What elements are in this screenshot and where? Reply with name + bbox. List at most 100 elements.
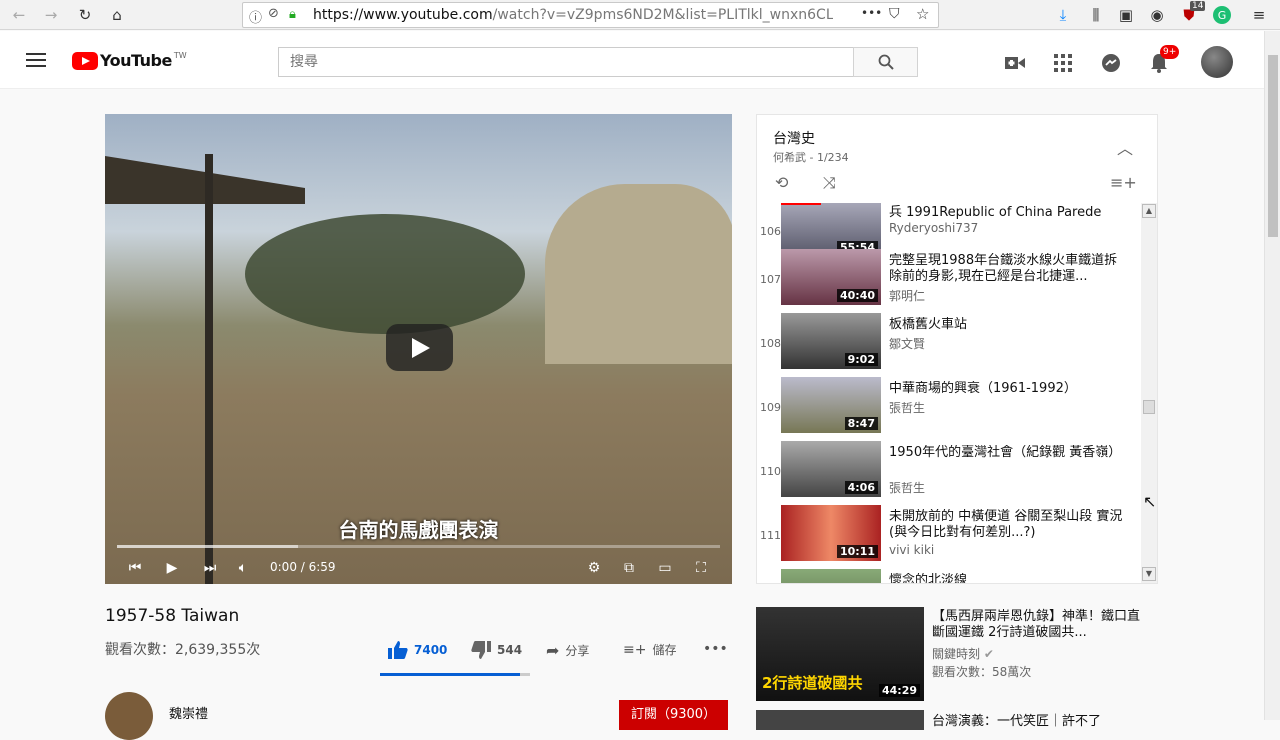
dislike-button[interactable]: 544 [471, 641, 522, 659]
settings-gear-icon[interactable]: ⚙ [584, 558, 604, 578]
download-icon[interactable]: ⤓ [1052, 4, 1074, 26]
collapse-chevron-icon[interactable]: ︿ [1117, 135, 1133, 159]
page-scrollbar[interactable] [1264, 31, 1280, 720]
addon-badge: 14 [1190, 1, 1206, 11]
back-icon[interactable]: ← [8, 4, 30, 26]
url-text[interactable]: https://www.youtube.com/watch?v=vZ9pms6N… [313, 7, 833, 23]
page-actions-icon[interactable]: ••• [861, 6, 882, 20]
item-index: 110 [760, 465, 781, 478]
sentiment-bar-fill [380, 673, 520, 676]
scroll-up-arrow-icon[interactable]: ▲ [1142, 204, 1156, 218]
logo-region: TW [173, 51, 187, 60]
reload-icon[interactable]: ↻ [74, 4, 96, 26]
subscribe-button[interactable]: 訂閱（9300） [619, 700, 728, 730]
recommended-video[interactable]: 2行詩道破國共 44:29 【馬西屏兩岸恩仇錄】神準！鐵口直斷國運鐵 2行詩道破… [756, 607, 1158, 701]
search-box [278, 47, 854, 77]
youtube-logo[interactable]: YouTube TW [72, 51, 187, 70]
messages-icon[interactable] [1099, 51, 1123, 75]
item-thumbnail[interactable]: 9:02 [781, 313, 881, 369]
like-button[interactable]: 7400 [388, 641, 447, 659]
playlist-item[interactable]: 111 10:11 未開放前的 中橫便道 谷關至梨山段 實況 (與今日比對有何差… [757, 505, 1141, 569]
volume-icon[interactable]: 🔈︎ [233, 558, 253, 578]
browser-menu-icon[interactable]: ≡ [1248, 4, 1270, 26]
shuffle-icon[interactable]: ⤨ [823, 173, 836, 193]
playlist-item[interactable]: 108 9:02 板橋舊火車站 鄒文賢 [757, 313, 1141, 377]
item-thumbnail[interactable]: 8:47 [781, 377, 881, 433]
item-title[interactable]: 完整呈現1988年台鐵淡水線火車鐵道拆除前的身影,現在已經是台北捷運... [889, 253, 1129, 285]
search-icon [878, 54, 894, 70]
playlist-item[interactable]: 107 40:40 完整呈現1988年台鐵淡水線火車鐵道拆除前的身影,現在已經是… [757, 249, 1141, 313]
forward-icon[interactable]: → [40, 4, 62, 26]
page-scrollbar-thumb[interactable] [1268, 55, 1278, 237]
channel-avatar[interactable] [105, 692, 153, 740]
playlist-item[interactable]: 110 4:06 1950年代的臺灣社會（紀錄觀 黃香嶺） 張哲生 [757, 441, 1141, 505]
fullscreen-icon[interactable]: ⛶ [691, 558, 711, 578]
search-input[interactable] [279, 48, 853, 76]
playlist-item[interactable]: 109 8:47 中華商場的興衰（1961-1992） 張哲生 [757, 377, 1141, 441]
save-button[interactable]: ≡+ 儲存 [623, 641, 676, 658]
playlist-items: 106 55:54 兵 1991Republic of China Parede… [757, 203, 1141, 583]
sidebar-icon[interactable]: ▣ [1115, 4, 1137, 26]
save-playlist-icon[interactable]: ≡+ [1110, 173, 1137, 192]
sentiment-bar [380, 673, 530, 676]
item-title[interactable]: 未開放前的 中橫便道 谷關至梨山段 實況 (與今日比對有何差別...?) [889, 509, 1129, 541]
hamburger-menu-icon[interactable] [26, 53, 46, 67]
pocket-icon[interactable]: ⛉ [889, 6, 900, 22]
account-icon[interactable]: ◉ [1146, 4, 1168, 26]
miniplayer-icon[interactable]: ⧉ [619, 558, 639, 578]
item-title[interactable]: 中華商場的興衰（1961-1992） [889, 381, 1129, 397]
library-icon[interactable]: ⫼ [1085, 4, 1107, 26]
scene-tent [545, 184, 732, 364]
playlist-title[interactable]: 台灣史 [773, 128, 815, 148]
video-subtitle: 台南的馬戲團表演 [338, 518, 499, 542]
large-play-button[interactable] [386, 324, 453, 371]
info-icon[interactable]: ⓘ [249, 7, 262, 26]
recommended-thumbnail[interactable]: 2行詩道破國共 44:29 [756, 607, 924, 701]
address-bar[interactable]: ⓘ ⊘ 🔒︎ https://www.youtube.com/watch?v=v… [242, 2, 939, 28]
playlist-scrollbar-thumb[interactable] [1143, 400, 1155, 414]
item-thumbnail[interactable]: 4:06 [781, 441, 881, 497]
thumbnail-caption: 2行詩道破國共 [762, 674, 863, 692]
recommended-duration: 44:29 [878, 684, 920, 697]
scene-trees [245, 214, 525, 334]
item-index: 111 [760, 529, 781, 542]
create-video-icon[interactable] [1003, 51, 1027, 75]
scroll-down-arrow-icon[interactable]: ▼ [1142, 567, 1156, 581]
item-title[interactable]: 板橋舊火車站 [889, 317, 1129, 333]
user-avatar[interactable] [1201, 46, 1233, 78]
share-button[interactable]: ➦ 分享 [546, 641, 589, 660]
item-channel: Ryderyoshi737 [889, 221, 979, 235]
next-recommended-thumbnail[interactable] [756, 710, 924, 730]
dislike-count: 544 [497, 643, 523, 657]
item-thumbnail[interactable]: 40:40 [781, 249, 881, 305]
play-icon[interactable]: ▶ [162, 558, 182, 578]
recommended-channel[interactable]: 關鍵時刻 [932, 647, 980, 661]
bookmark-star-icon[interactable]: ☆ [916, 5, 929, 23]
playlist-item[interactable]: 懷念的北淡線 [757, 569, 1141, 583]
item-title[interactable]: 懷念的北淡線 [889, 573, 1129, 583]
more-actions-button[interactable]: ••• [703, 641, 728, 657]
video-player[interactable]: 台南的馬戲團表演 ⏮ ▶ ⏭ 🔈︎ 0:00 / 6:59 ⚙ ⧉ ▭ ⛶ [105, 114, 732, 584]
item-duration: 9:02 [844, 353, 878, 366]
next-icon[interactable]: ⏭ [200, 558, 220, 578]
apps-grid-icon[interactable] [1051, 51, 1075, 75]
loop-icon[interactable]: ⟲ [775, 173, 788, 192]
logo-text: YouTube [100, 51, 172, 70]
progress-bar[interactable] [117, 545, 720, 548]
item-channel: 張哲生 [889, 401, 926, 415]
item-title[interactable]: 1950年代的臺灣社會（紀錄觀 黃香嶺） [889, 445, 1129, 461]
home-icon[interactable]: ⌂ [106, 4, 128, 26]
item-title[interactable]: 兵 1991Republic of China Parede [889, 205, 1129, 221]
tracking-icon[interactable]: ⊘ [268, 6, 279, 21]
recommended-title[interactable]: 【馬西屏兩岸恩仇錄】神準！鐵口直斷國運鐵 2行詩道破國共... [932, 609, 1152, 641]
item-thumbnail[interactable]: 10:11 [781, 505, 881, 561]
search-button[interactable] [853, 47, 918, 77]
item-thumbnail[interactable] [781, 569, 881, 583]
buffered-bar [117, 545, 298, 548]
item-channel: vivi kiki [889, 543, 935, 557]
grammarly-icon[interactable]: G [1213, 6, 1231, 24]
previous-icon[interactable]: ⏮ [125, 558, 145, 578]
playlist-scrollbar[interactable]: ▲ ▼ [1141, 203, 1157, 583]
channel-name[interactable]: 魏崇禮 [169, 703, 208, 722]
theater-mode-icon[interactable]: ▭ [655, 558, 675, 578]
